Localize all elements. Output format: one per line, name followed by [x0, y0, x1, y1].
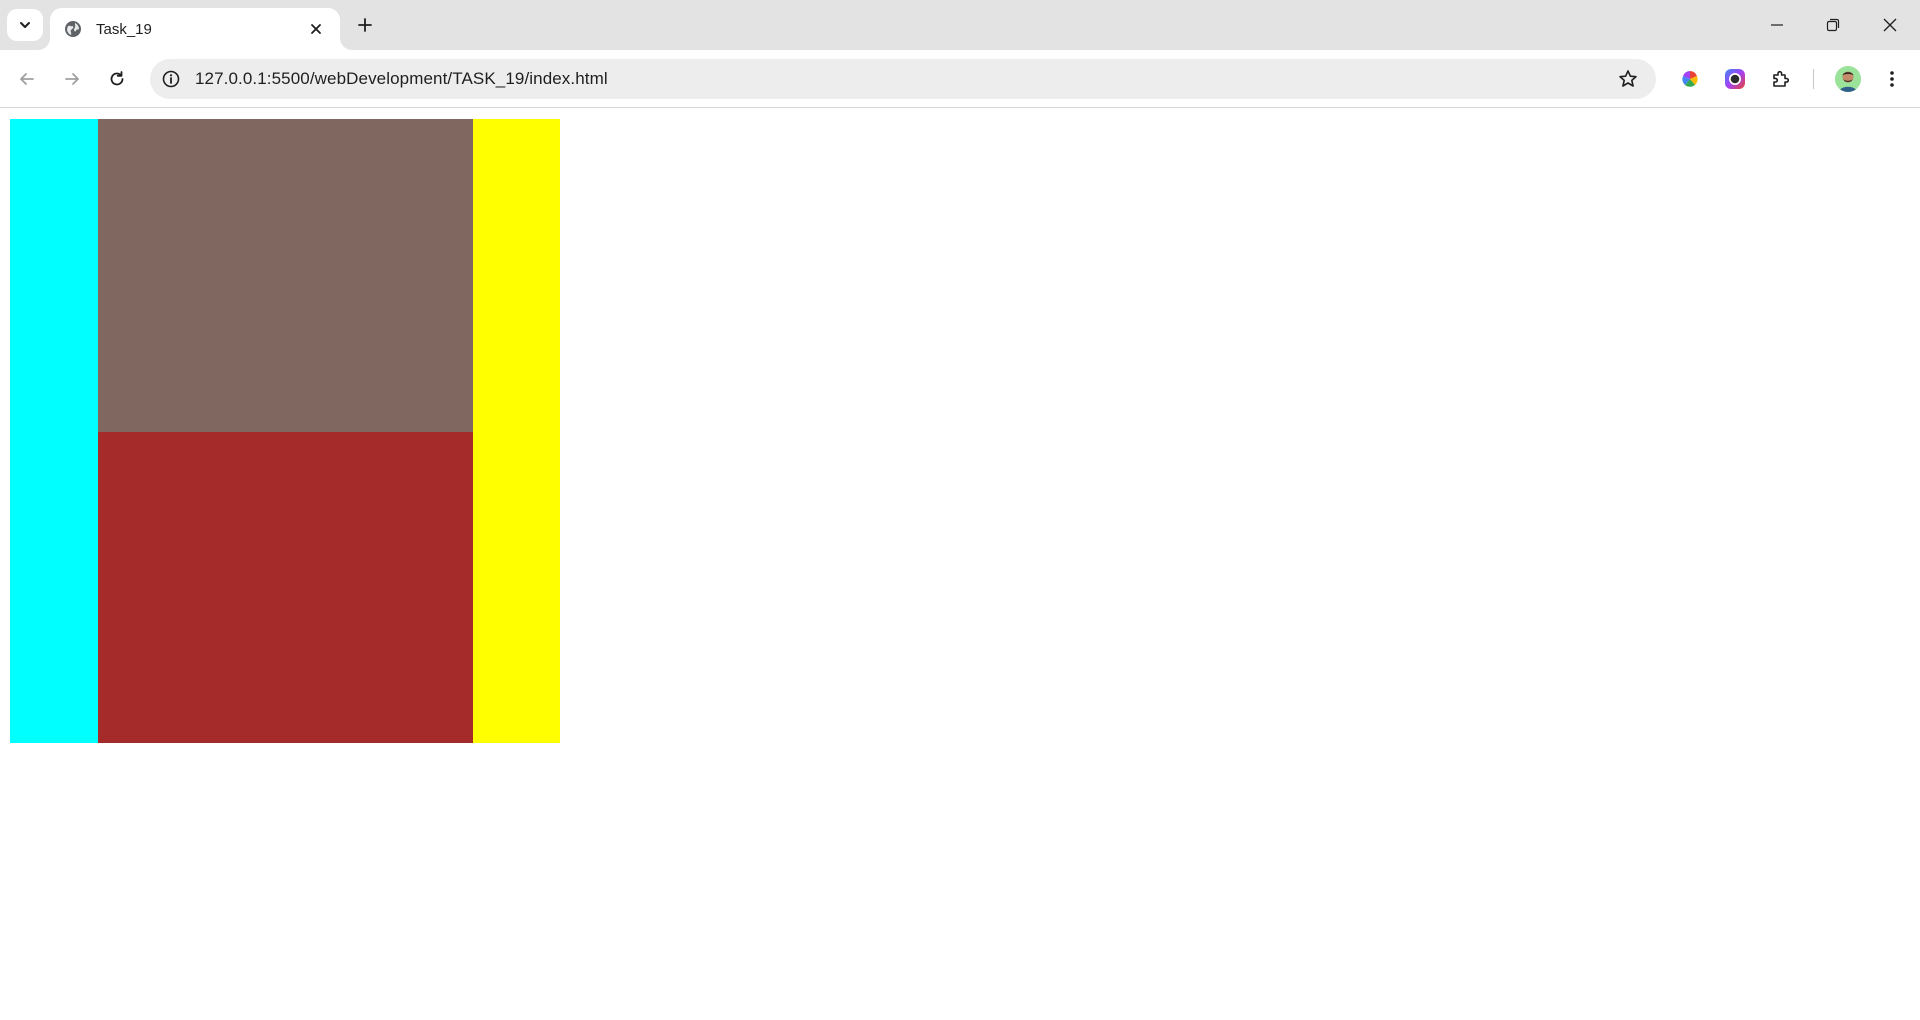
avatar[interactable]	[1835, 66, 1861, 92]
globe-icon	[64, 20, 82, 38]
reload-button[interactable]	[100, 62, 134, 96]
tab-search-button[interactable]	[7, 9, 43, 41]
close-icon	[1883, 18, 1897, 32]
circle-lens-icon	[1725, 69, 1745, 89]
plus-icon	[358, 18, 372, 32]
tab-active[interactable]: Task_19	[50, 8, 340, 50]
left-column-block	[10, 119, 98, 743]
tab-strip: Task_19	[0, 0, 1920, 50]
browser-toolbar: 127.0.0.1:5500/webDevelopment/TASK_19/in…	[0, 50, 1920, 108]
bookmark-button[interactable]	[1612, 63, 1644, 95]
minimize-button[interactable]	[1749, 0, 1805, 50]
new-tab-button[interactable]	[350, 10, 380, 40]
browser-menu-button[interactable]	[1875, 62, 1909, 96]
extension-lens-button[interactable]	[1718, 62, 1752, 96]
arrow-left-icon	[20, 73, 34, 85]
more-vertical-icon	[1890, 71, 1894, 87]
middle-top-block	[98, 119, 473, 432]
puzzle-icon	[1773, 70, 1790, 87]
restore-button[interactable]	[1805, 0, 1861, 50]
reload-icon	[110, 71, 124, 86]
minimize-icon	[1771, 24, 1783, 26]
middle-bottom-block	[98, 432, 473, 743]
close-window-button[interactable]	[1862, 0, 1918, 50]
color-layout	[10, 119, 560, 743]
close-icon	[311, 24, 321, 34]
arrow-right-icon	[65, 73, 79, 85]
address-bar[interactable]: 127.0.0.1:5500/webDevelopment/TASK_19/in…	[150, 59, 1656, 99]
forward-button[interactable]	[55, 62, 89, 96]
url-text[interactable]: 127.0.0.1:5500/webDevelopment/TASK_19/in…	[195, 69, 1612, 89]
info-icon	[162, 70, 180, 88]
tab-title: Task_19	[96, 20, 152, 38]
toolbar-separator	[1813, 69, 1814, 89]
extension-color-button[interactable]	[1673, 62, 1707, 96]
extensions-menu-button[interactable]	[1764, 62, 1798, 96]
star-icon	[1619, 70, 1637, 87]
right-column-block	[473, 119, 560, 743]
back-button[interactable]	[10, 62, 44, 96]
color-wheel-icon	[1682, 71, 1698, 87]
restore-icon	[1826, 18, 1840, 32]
page-viewport	[0, 109, 1920, 1020]
site-info-button[interactable]	[155, 63, 187, 95]
chevron-down-icon	[20, 22, 30, 28]
tab-close-button[interactable]	[304, 17, 328, 41]
